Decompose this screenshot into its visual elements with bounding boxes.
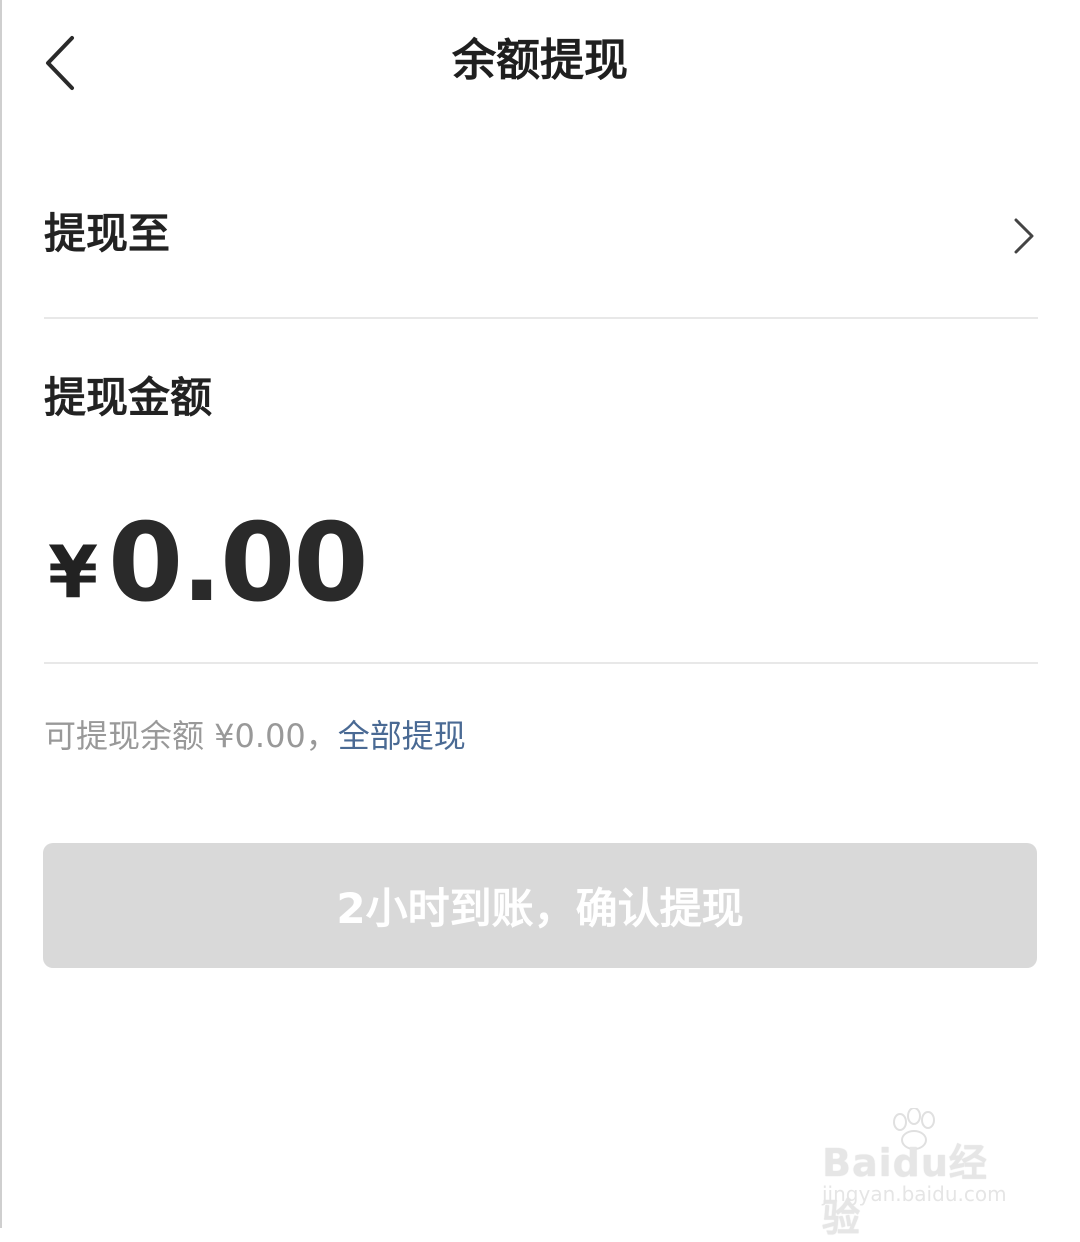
divider [44, 317, 1038, 319]
watermark-url: jingyan.baidu.com [822, 1182, 1007, 1206]
destination-label: 提现至 [44, 209, 171, 258]
confirm-withdraw-button[interactable]: 2小时到账，确认提现 [43, 843, 1037, 968]
amount-input[interactable]: ¥ 0.00 [44, 494, 1038, 634]
page-title: 余额提现 [452, 35, 628, 86]
amount-value: 0.00 [108, 501, 368, 626]
withdraw-destination-row[interactable]: 提现至 [44, 180, 1038, 290]
available-balance-text: 可提现余额 ¥0.00， [44, 717, 338, 755]
available-balance: 可提现余额 ¥0.00，全部提现 [44, 710, 466, 762]
baidu-jingyan-watermark: Baidu经验 jingyan.baidu.com [822, 1108, 1022, 1240]
chevron-right-icon [1008, 214, 1038, 258]
amount-label: 提现金额 [44, 373, 213, 422]
destination-account-blurred [306, 210, 936, 260]
currency-symbol: ¥ [48, 530, 99, 614]
left-edge-border [0, 0, 2, 1228]
divider [44, 662, 1038, 664]
withdraw-all-link[interactable]: 全部提现 [338, 717, 466, 755]
